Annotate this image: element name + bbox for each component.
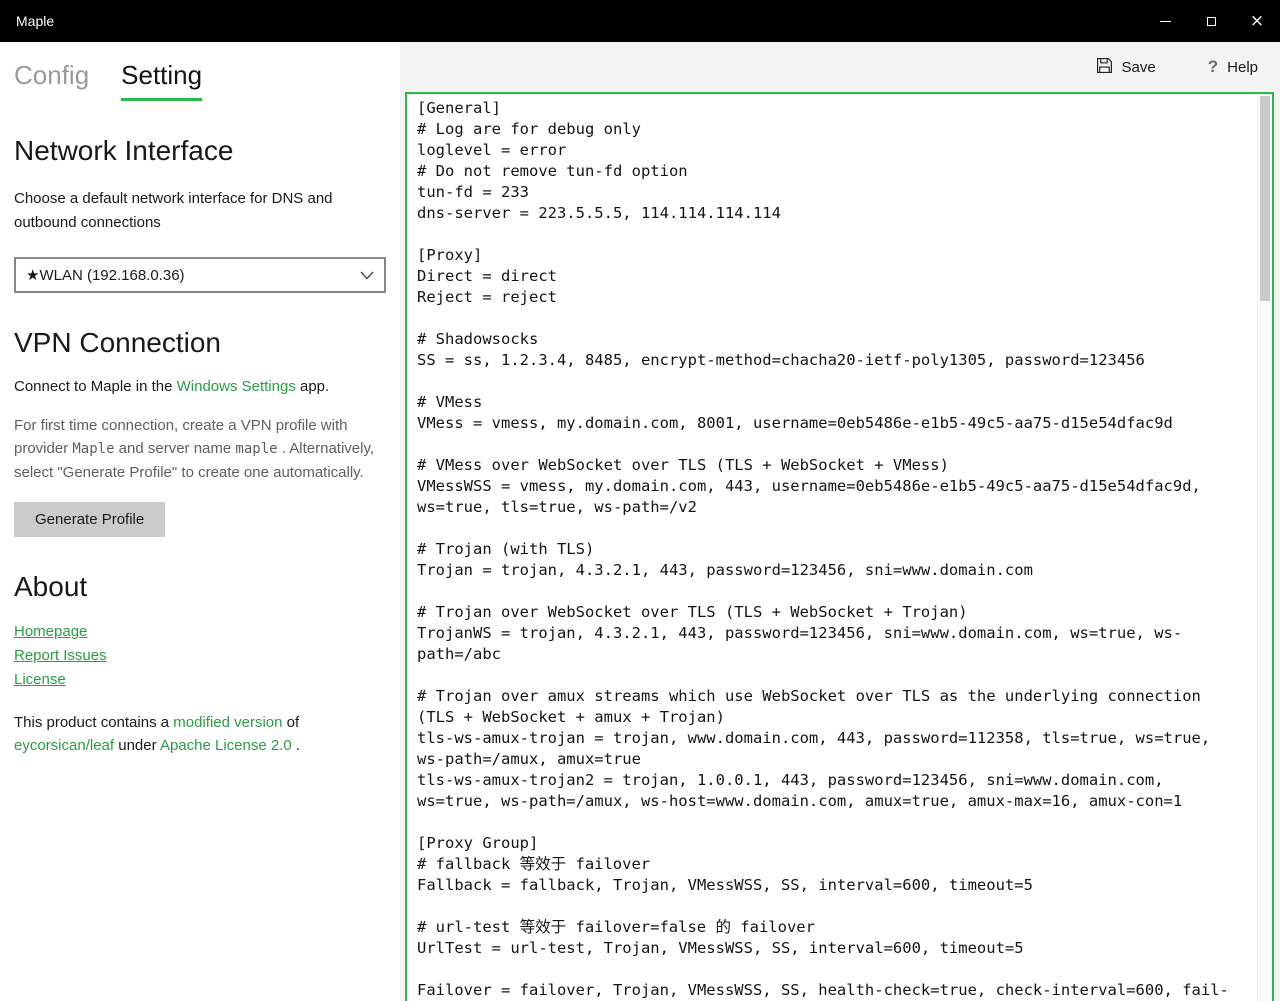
- about-heading: About: [14, 571, 88, 602]
- homepage-link[interactable]: Homepage: [14, 623, 87, 640]
- report-issues-link[interactable]: Report Issues: [14, 647, 107, 664]
- sidebar: Config Setting Network Interface Choose …: [0, 42, 400, 1001]
- toolbar: Save ? Help: [400, 42, 1280, 92]
- help-icon: ?: [1207, 57, 1219, 76]
- app-window: Maple × Config Setting Network Interface…: [0, 0, 1280, 1001]
- tab-bar: Config Setting: [14, 42, 386, 101]
- license-suffix: .: [291, 737, 301, 754]
- eycorsican-leaf-link[interactable]: eycorsican/leaf: [14, 737, 114, 754]
- scrollbar-thumb[interactable]: [1260, 96, 1270, 301]
- profile-text-2: and server name: [114, 440, 236, 457]
- network-interface-heading: Network Interface: [14, 135, 234, 166]
- help-label: Help: [1227, 58, 1258, 76]
- minimize-icon: [1159, 20, 1171, 22]
- vpn-profile-instructions: For first time connection, create a VPN …: [14, 414, 386, 484]
- help-button[interactable]: ? Help: [1202, 53, 1264, 81]
- titlebar: Maple ×: [0, 0, 1280, 42]
- tab-config[interactable]: Config: [14, 60, 89, 101]
- network-interface-dropdown[interactable]: ★WLAN (192.168.0.36): [14, 257, 386, 293]
- dropdown-selected-value: ★WLAN (192.168.0.36): [26, 267, 185, 284]
- chevron-down-icon: [360, 270, 374, 280]
- config-editor[interactable]: [General] # Log are for debug only logle…: [405, 92, 1274, 1001]
- vpn-connect-suffix: app.: [295, 378, 330, 395]
- license-mid-1: of: [282, 714, 300, 731]
- about-links: Homepage Report Issues License: [14, 623, 386, 695]
- provider-name-code: Maple: [72, 441, 115, 457]
- tab-setting[interactable]: Setting: [121, 60, 203, 101]
- config-text[interactable]: [General] # Log are for debug only logle…: [407, 94, 1243, 1001]
- license-notice: This product contains a modified version…: [14, 711, 386, 757]
- vpn-connect-prefix: Connect to Maple in the: [14, 378, 177, 395]
- save-icon: [1096, 57, 1113, 78]
- window-title: Maple: [16, 13, 55, 29]
- apache-license-link[interactable]: Apache License 2.0: [160, 737, 292, 754]
- window-controls: ×: [1142, 0, 1280, 42]
- main-content: Save ? Help [General] # Log are for debu…: [400, 42, 1280, 1001]
- license-mid-2: under: [114, 737, 160, 754]
- minimize-button[interactable]: [1142, 0, 1188, 42]
- save-button[interactable]: Save: [1090, 53, 1162, 82]
- save-label: Save: [1121, 58, 1156, 76]
- editor-scrollbar[interactable]: [1257, 94, 1272, 1001]
- close-icon: ×: [1249, 10, 1265, 31]
- close-button[interactable]: ×: [1234, 0, 1280, 42]
- vpn-connection-heading: VPN Connection: [14, 327, 222, 358]
- license-prefix: This product contains a: [14, 714, 174, 731]
- license-link[interactable]: License: [14, 671, 66, 688]
- maximize-icon: [1206, 16, 1216, 26]
- generate-profile-button[interactable]: Generate Profile: [14, 502, 166, 537]
- vpn-connect-text: Connect to Maple in the Windows Settings…: [14, 375, 386, 398]
- modified-version-link[interactable]: modified version: [173, 714, 282, 731]
- network-interface-description: Choose a default network interface for D…: [14, 190, 333, 231]
- windows-settings-link[interactable]: Windows Settings: [177, 378, 296, 395]
- maximize-button[interactable]: [1188, 0, 1234, 42]
- server-name-code: maple: [235, 441, 278, 457]
